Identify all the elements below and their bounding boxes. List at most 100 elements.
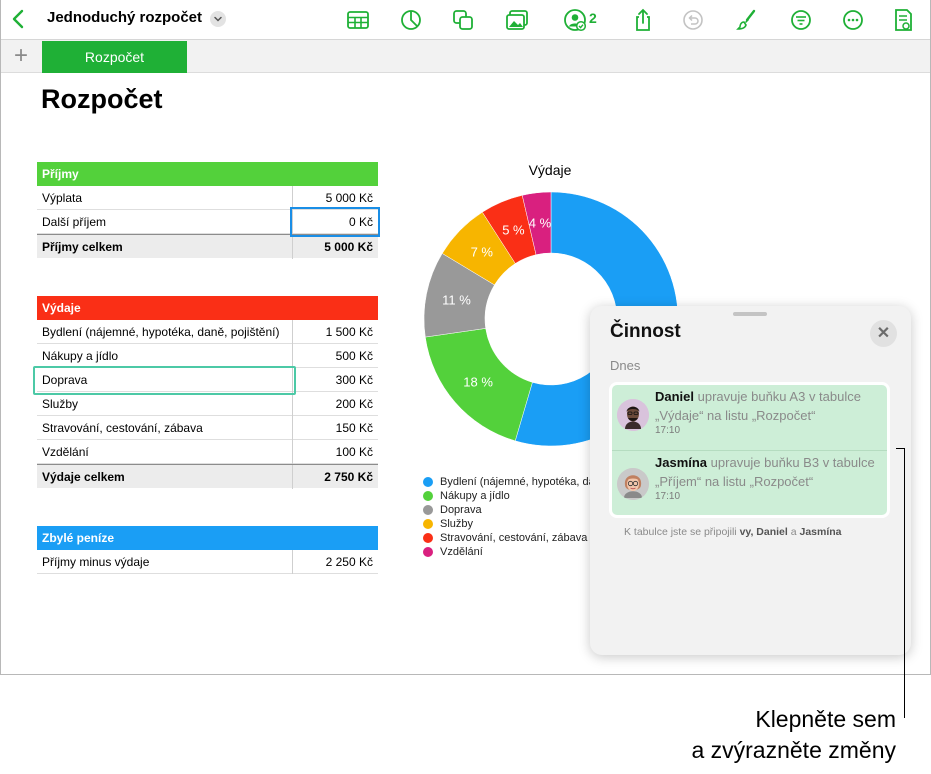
joined-note: K tabulce jste se připojili vy, Daniel a… xyxy=(624,526,842,538)
row-value[interactable]: 1 500 Kč xyxy=(326,320,373,344)
activity-user: Jasmína xyxy=(655,455,708,470)
filter-icon[interactable] xyxy=(789,8,813,32)
add-sheet-button[interactable]: + xyxy=(11,44,31,68)
tab-rozpocet[interactable]: Rozpočet xyxy=(42,41,187,73)
chart-icon[interactable] xyxy=(399,8,423,32)
total-label[interactable]: Příjmy celkem xyxy=(42,235,123,259)
legend-label: Služby xyxy=(440,518,474,530)
legend-label: Vzdělání xyxy=(440,546,483,558)
callout-line xyxy=(904,448,905,718)
legend-swatch xyxy=(423,533,433,543)
activity-text: Jasmína upravuje buňku B3 v tabulce „Pří… xyxy=(655,453,885,503)
joined-last: Jasmína xyxy=(799,526,842,538)
row-value[interactable]: 500 Kč xyxy=(336,344,373,368)
column-divider xyxy=(292,440,293,464)
row-value[interactable]: 2 250 Kč xyxy=(326,550,373,574)
activity-time: 17:10 xyxy=(655,425,681,436)
row-label[interactable]: Vzdělání xyxy=(42,440,89,464)
total-value[interactable]: 5 000 Kč xyxy=(324,235,373,259)
column-divider xyxy=(292,235,293,259)
collaborator-count[interactable]: 2 xyxy=(589,10,597,26)
row-label[interactable]: Nákupy a jídlo xyxy=(42,344,118,368)
callout-line-1: Klepněte sem xyxy=(755,706,896,732)
legend-swatch xyxy=(423,505,433,515)
expense-table-header[interactable]: Výdaje xyxy=(37,296,378,320)
document-setup-icon[interactable] xyxy=(891,8,915,32)
activity-list: Daniel upravuje buňku A3 v tabulce „Výda… xyxy=(609,382,890,518)
share-icon[interactable] xyxy=(631,8,655,32)
legend-swatch xyxy=(423,547,433,557)
income-table-header[interactable]: Příjmy xyxy=(37,162,378,186)
slice-data-label: 5 % xyxy=(502,222,525,238)
row-label[interactable]: Další příjem xyxy=(42,210,106,234)
legend-label: Doprava xyxy=(440,504,482,516)
row-label[interactable]: Stravování, cestování, zábava xyxy=(42,416,203,440)
title-menu-chevron-icon[interactable] xyxy=(210,11,226,27)
joined-prefix: K tabulce jste se připojili xyxy=(624,526,740,538)
sheet-title: Rozpočet xyxy=(41,84,163,114)
media-icon[interactable] xyxy=(505,8,529,32)
activity-panel: Činnost ✕ Dnes Daniel upravuje buňku A3 … xyxy=(590,306,911,655)
table-row[interactable]: Příjmy minus výdaje 2 250 Kč xyxy=(37,550,378,574)
collaborator-cell-highlight xyxy=(290,207,380,237)
activity-entry[interactable]: Daniel upravuje buňku A3 v tabulce „Výda… xyxy=(612,385,887,450)
joined-names: vy, Daniel xyxy=(739,526,788,538)
legend-swatch xyxy=(423,477,433,487)
app-window: Jednoduchý rozpočet 2 + Rozpočet Rozpoče… xyxy=(0,0,931,675)
column-divider xyxy=(292,320,293,344)
slice-data-label: 7 % xyxy=(470,244,493,260)
activity-text: Daniel upravuje buňku A3 v tabulce „Výda… xyxy=(655,387,885,437)
row-value[interactable]: 100 Kč xyxy=(336,440,373,464)
chart-title[interactable]: Výdaje xyxy=(491,162,609,178)
format-brush-icon[interactable] xyxy=(735,8,759,32)
more-icon[interactable] xyxy=(841,8,865,32)
table-row[interactable]: Služby 200 Kč xyxy=(37,392,378,416)
column-divider xyxy=(292,550,293,574)
toolbar: Jednoduchý rozpočet 2 xyxy=(1,0,930,40)
slice-data-label: 11 % xyxy=(442,292,471,308)
row-value[interactable]: 200 Kč xyxy=(336,392,373,416)
total-label[interactable]: Výdaje celkem xyxy=(42,465,125,489)
panel-grabber[interactable] xyxy=(733,312,767,316)
legend-swatch xyxy=(423,519,433,529)
table-total-row[interactable]: Příjmy celkem 5 000 Kč xyxy=(37,234,378,259)
row-label[interactable]: Výplata xyxy=(42,186,82,210)
row-label[interactable]: Příjmy minus výdaje xyxy=(42,550,149,574)
table-total-row[interactable]: Výdaje celkem 2 750 Kč xyxy=(37,464,378,489)
row-value[interactable]: 300 Kč xyxy=(336,368,373,392)
row-label[interactable]: Bydlení (nájemné, hypotéka, daně, pojišt… xyxy=(42,320,279,344)
slice-data-label: 4 % xyxy=(528,215,552,231)
table-row[interactable]: Stravování, cestování, zábava 150 Kč xyxy=(37,416,378,440)
callout-line-2: a zvýrazněte změny xyxy=(691,737,896,763)
row-label[interactable]: Služby xyxy=(42,392,78,416)
back-chevron-icon[interactable] xyxy=(9,8,29,30)
row-value[interactable]: 150 Kč xyxy=(336,416,373,440)
panel-title: Činnost xyxy=(610,321,681,342)
column-divider xyxy=(292,465,293,489)
remaining-table-header[interactable]: Zbylé peníze xyxy=(37,526,378,550)
activity-user: Daniel xyxy=(655,389,695,404)
document-title[interactable]: Jednoduchý rozpočet xyxy=(47,9,202,26)
column-divider xyxy=(292,392,293,416)
avatar-daniel xyxy=(617,399,649,431)
collaborator-cell-highlight xyxy=(33,366,296,395)
legend-label: Nákupy a jídlo xyxy=(440,490,510,502)
section-label: Dnes xyxy=(610,358,641,373)
slice-data-label: 18 % xyxy=(463,374,493,390)
callout-text: Klepněte sem a zvýrazněte změny xyxy=(691,704,896,766)
table-row[interactable]: Nákupy a jídlo 500 Kč xyxy=(37,344,378,368)
column-divider xyxy=(292,416,293,440)
total-value[interactable]: 2 750 Kč xyxy=(324,465,373,489)
shape-icon[interactable] xyxy=(451,8,475,32)
joined-and: a xyxy=(787,526,800,538)
table-row[interactable]: Bydlení (nájemné, hypotéka, daně, pojišt… xyxy=(37,320,378,344)
collaborate-icon[interactable] xyxy=(563,8,587,32)
remaining-table: Zbylé peníze Příjmy minus výdaje 2 250 Kč xyxy=(37,526,378,574)
legend-swatch xyxy=(423,491,433,501)
table-icon[interactable] xyxy=(346,8,370,32)
column-divider xyxy=(292,344,293,368)
table-row[interactable]: Vzdělání 100 Kč xyxy=(37,440,378,464)
activity-entry[interactable]: Jasmína upravuje buňku B3 v tabulce „Pří… xyxy=(612,450,887,515)
close-button[interactable]: ✕ xyxy=(870,320,897,347)
undo-icon[interactable] xyxy=(681,8,705,32)
